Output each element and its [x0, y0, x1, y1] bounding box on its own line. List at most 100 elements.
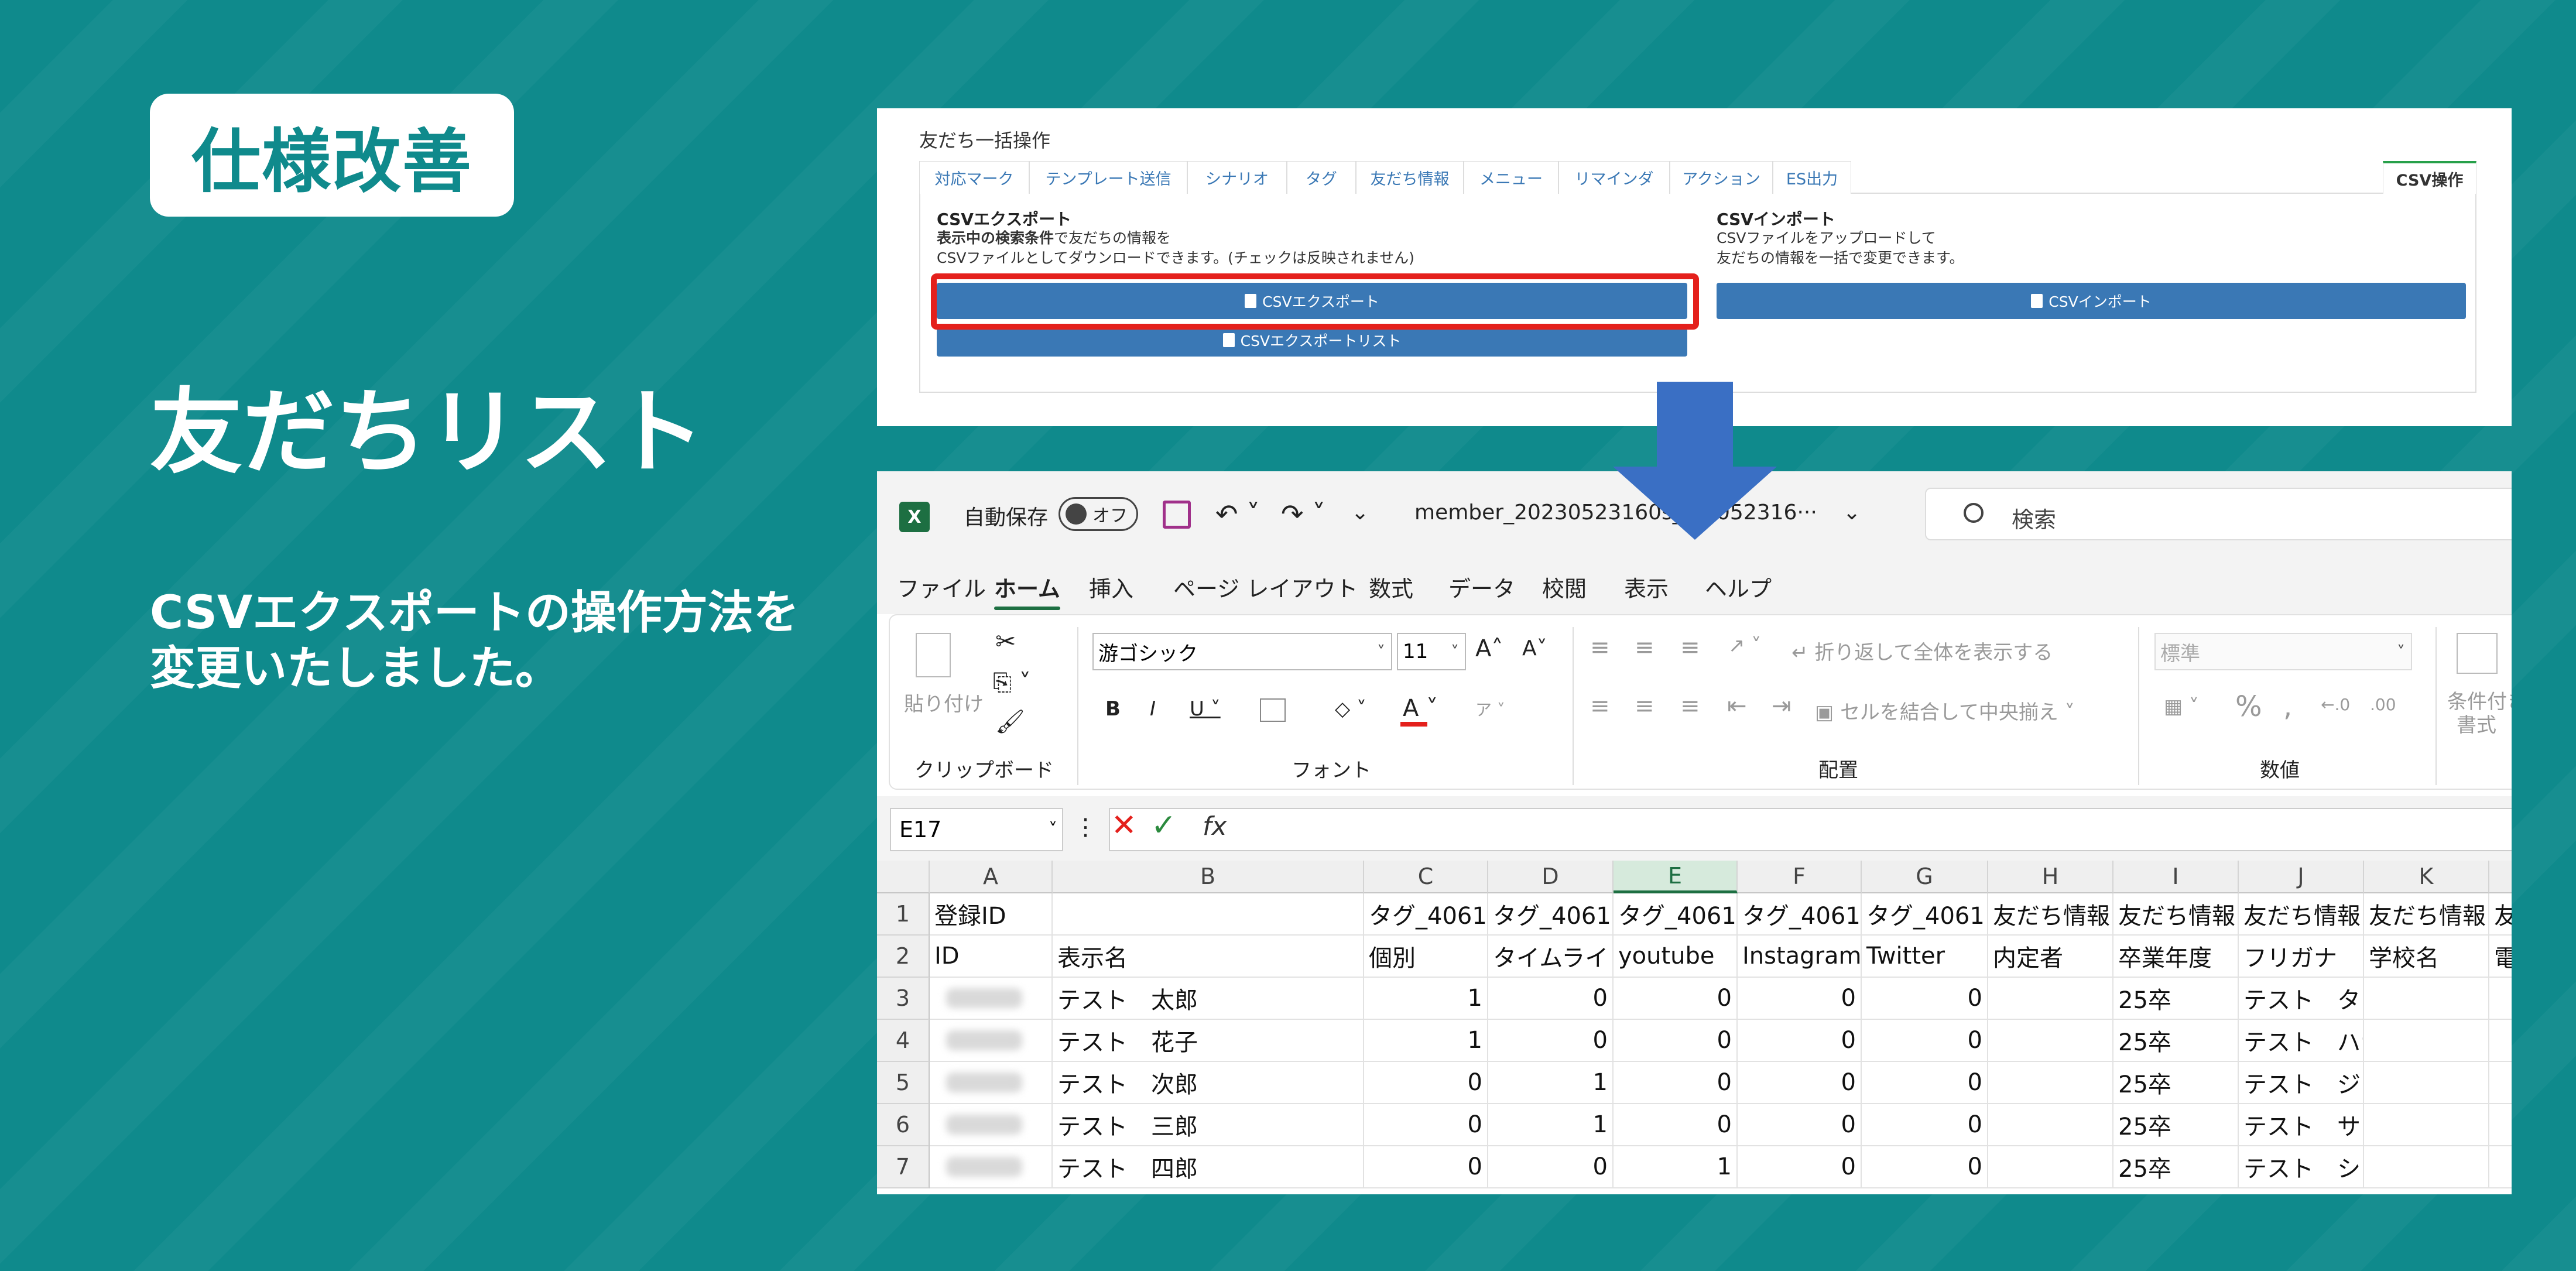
menu-view[interactable]: 表示	[1624, 571, 1669, 603]
table-cell[interactable]: 25卒	[2113, 1062, 2239, 1104]
table-cell[interactable]: 0	[1488, 1020, 1614, 1062]
column-header[interactable]: G	[1862, 861, 1988, 893]
table-cell[interactable]	[930, 1062, 1053, 1104]
align-right-icon[interactable]: ≡	[1680, 693, 1700, 720]
table-cell[interactable]: テスト ハナコ	[2239, 1020, 2364, 1062]
table-cell[interactable]: Twitter	[1862, 936, 1988, 978]
column-header[interactable]: C	[1364, 861, 1488, 893]
table-cell[interactable]: 0	[1738, 978, 1862, 1020]
formula-input[interactable]	[1109, 808, 2512, 851]
table-cell[interactable]: 25卒	[2113, 1020, 2239, 1062]
table-cell[interactable]	[1988, 1062, 2113, 1104]
table-cell[interactable]: 1	[1364, 978, 1488, 1020]
table-cell[interactable]: フリガナ	[2239, 936, 2364, 978]
table-cell[interactable]: 0	[1738, 1104, 1862, 1146]
menu-help[interactable]: ヘルプ	[1705, 571, 1772, 603]
table-cell[interactable]	[930, 1146, 1053, 1188]
table-cell[interactable]: 学校名	[2364, 936, 2489, 978]
column-header[interactable]: B	[1053, 861, 1364, 893]
column-header[interactable]: F	[1738, 861, 1862, 893]
table-cell[interactable]: 1	[1488, 1062, 1614, 1104]
undo-icon[interactable]: ↶ ˅	[1215, 498, 1260, 530]
column-header[interactable]	[2489, 861, 2512, 893]
table-cell[interactable]	[2364, 1146, 2489, 1188]
table-cell[interactable]: 1	[1364, 1020, 1488, 1062]
table-cell[interactable]: 電	[2489, 936, 2512, 978]
table-cell[interactable]: 25卒	[2113, 1104, 2239, 1146]
confirm-icon[interactable]: ✓	[1151, 808, 1177, 843]
tab-menu[interactable]: メニュー	[1464, 161, 1558, 194]
cancel-icon[interactable]: ✕	[1111, 808, 1137, 843]
row-header[interactable]: 3	[877, 978, 930, 1020]
tab-tag[interactable]: タグ	[1287, 161, 1356, 194]
table-cell[interactable]	[2489, 1104, 2512, 1146]
table-cell[interactable]: 友だち情報	[2239, 893, 2364, 936]
column-header-selected[interactable]: E	[1614, 861, 1738, 893]
search-box[interactable]: 検索	[1925, 488, 2512, 540]
decrease-decimal-icon[interactable]: .00	[2370, 695, 2396, 714]
number-format-select[interactable]: 標準 ˅	[2154, 633, 2412, 670]
table-cell[interactable]	[2364, 1104, 2489, 1146]
column-header[interactable]: J	[2239, 861, 2364, 893]
table-cell[interactable]: 0	[1364, 1062, 1488, 1104]
table-cell[interactable]: 友	[2489, 893, 2512, 936]
decrease-indent-icon[interactable]: ⇤	[1727, 693, 1747, 720]
percent-icon[interactable]: %	[2235, 690, 2262, 723]
top-align-icon[interactable]: ≡	[1590, 634, 1610, 661]
table-cell[interactable]: タグ_4061	[1862, 893, 1988, 936]
table-cell[interactable]: タグ_4061	[1488, 893, 1614, 936]
menu-formulas[interactable]: 数式	[1369, 571, 1413, 603]
table-cell[interactable]: ID	[930, 936, 1053, 978]
column-header[interactable]: I	[2113, 861, 2239, 893]
insert-function-icon[interactable]: fx	[1203, 811, 1227, 841]
table-cell[interactable]: タイムライ	[1488, 936, 1614, 978]
table-cell[interactable]	[1053, 893, 1364, 936]
table-cell[interactable]: テスト ジロウ	[2239, 1062, 2364, 1104]
table-cell[interactable]: 0	[1862, 1104, 1988, 1146]
table-cell[interactable]: テスト 次郎	[1053, 1062, 1364, 1104]
table-cell[interactable]	[2489, 978, 2512, 1020]
table-cell[interactable]: 登録ID	[930, 893, 1053, 936]
table-cell[interactable]: テスト タロウ	[2239, 978, 2364, 1020]
table-cell[interactable]: 0	[1364, 1146, 1488, 1188]
row-header[interactable]: 2	[877, 936, 930, 978]
table-cell[interactable]: youtube	[1614, 936, 1738, 978]
menu-insert[interactable]: 挿入	[1089, 571, 1133, 603]
table-cell[interactable]: 0	[1614, 1020, 1738, 1062]
tab-es-output[interactable]: ES出力	[1773, 161, 1851, 194]
table-cell[interactable]: タグ_4061	[1364, 893, 1488, 936]
table-cell[interactable]: テスト 三郎	[1053, 1104, 1364, 1146]
copy-icon[interactable]: ⎘ ˅	[993, 669, 1031, 696]
table-cell[interactable]: 表示名	[1053, 936, 1364, 978]
tab-csv-operation[interactable]: CSV操作	[2383, 161, 2476, 194]
table-cell[interactable]: テスト 花子	[1053, 1020, 1364, 1062]
underline-icon[interactable]: U ˅	[1190, 697, 1221, 721]
table-cell[interactable]	[930, 1020, 1053, 1062]
currency-icon[interactable]: ▦ ˅	[2164, 695, 2199, 718]
table-cell[interactable]: 0	[1738, 1062, 1862, 1104]
table-cell[interactable]: 個別	[1364, 936, 1488, 978]
table-cell[interactable]: 友だち情報	[2364, 893, 2489, 936]
tab-action[interactable]: アクション	[1670, 161, 1773, 194]
font-color-icon[interactable]: A ˅	[1403, 695, 1438, 722]
table-cell[interactable]: 0	[1862, 1020, 1988, 1062]
increase-font-icon[interactable]: A˄	[1475, 635, 1503, 662]
increase-indent-icon[interactable]: ⇥	[1772, 693, 1791, 720]
menu-data[interactable]: データ	[1448, 571, 1515, 603]
table-cell[interactable]: テスト 太郎	[1053, 978, 1364, 1020]
wrap-text-button[interactable]: ↵ 折り返して全体を表示する	[1791, 636, 2053, 665]
middle-align-icon[interactable]: ≡	[1635, 634, 1654, 661]
table-cell[interactable]: 卒業年度	[2113, 936, 2239, 978]
tab-friend-info[interactable]: 友だち情報	[1356, 161, 1464, 194]
row-header[interactable]: 6	[877, 1104, 930, 1146]
orientation-icon[interactable]: ↗ ˅	[1728, 634, 1761, 657]
tab-scenario[interactable]: シナリオ	[1187, 161, 1287, 194]
table-cell[interactable]: 0	[1364, 1104, 1488, 1146]
tab-reminder[interactable]: リマインダ	[1558, 161, 1670, 194]
table-cell[interactable]: 友だち情報	[2113, 893, 2239, 936]
paste-icon[interactable]	[916, 633, 951, 677]
menu-home[interactable]: ホーム	[994, 571, 1060, 610]
table-cell[interactable]: 0	[1614, 1062, 1738, 1104]
csv-import-button[interactable]: CSVインポート	[1717, 283, 2466, 319]
font-size-select[interactable]: 11 ˅	[1397, 633, 1466, 670]
